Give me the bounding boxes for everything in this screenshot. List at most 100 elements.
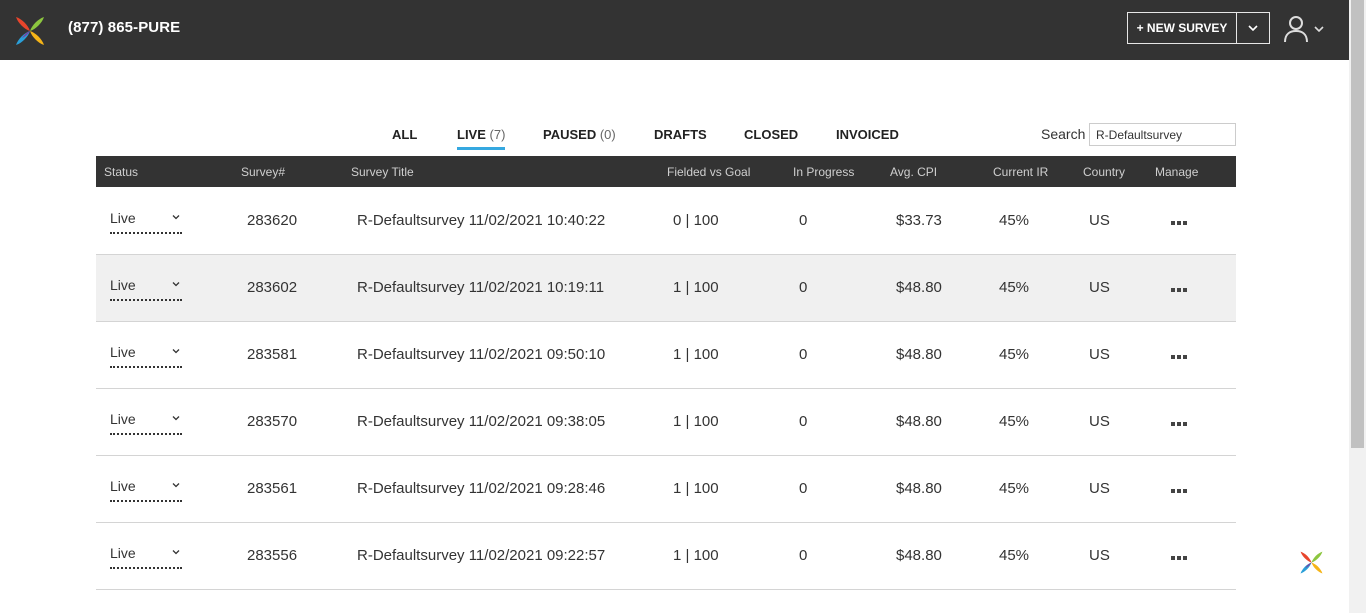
status-dropdown[interactable]: Live [110, 210, 182, 234]
column-header-status[interactable]: Status [104, 165, 138, 179]
search-input[interactable] [1089, 123, 1236, 146]
survey-number-cell: 283620 [247, 212, 298, 229]
ellipsis-dot [1171, 355, 1175, 359]
ellipsis-dot [1177, 355, 1181, 359]
column-header-current-ir[interactable]: Current IR [993, 165, 1048, 179]
column-header-manage: Manage [1155, 165, 1199, 179]
in-progress-cell: 0 [799, 212, 808, 229]
chevron-down-icon [172, 550, 180, 555]
survey-title-cell: R-Defaultsurvey 11/02/2021 09:38:05 [357, 413, 606, 430]
user-menu[interactable] [1284, 14, 1326, 44]
table-header: Status Survey# Survey Title Fielded vs G… [96, 156, 1236, 187]
table-row[interactable]: Live 283581 R-Defaultsurvey 11/02/2021 09:… [96, 322, 1236, 389]
ellipsis-dot [1177, 422, 1181, 426]
tab-drafts[interactable]: DRAFTS [654, 127, 707, 142]
chevron-down-icon [172, 416, 180, 421]
table-row[interactable]: Live 283556 R-Defaultsurvey 11/02/2021 09:… [96, 523, 1236, 590]
fielded-vs-goal-cell: 1 | 100 [673, 547, 719, 564]
new-survey-button[interactable]: + NEW SURVEY [1128, 13, 1237, 43]
column-header-in-progress[interactable]: In Progress [793, 165, 854, 179]
tab-invoiced[interactable]: INVOICED [836, 127, 899, 142]
chevron-down-icon [1248, 25, 1258, 31]
ellipsis-dot [1171, 288, 1175, 292]
country-cell: US [1089, 212, 1110, 229]
ellipsis-dot [1183, 355, 1187, 359]
ellipsis-dot [1183, 288, 1187, 292]
table-row[interactable]: Live 283561 R-Defaultsurvey 11/02/2021 09:… [96, 456, 1236, 523]
in-progress-cell: 0 [799, 547, 808, 564]
status-dropdown[interactable]: Live [110, 545, 182, 569]
status-dropdown[interactable]: Live [110, 277, 182, 301]
survey-number-cell: 283602 [247, 279, 298, 296]
ellipsis-dot [1183, 221, 1187, 225]
ellipsis-dot [1177, 489, 1181, 493]
status-value: Live [110, 277, 136, 293]
ellipsis-icon[interactable] [1169, 281, 1189, 297]
fielded-vs-goal-cell: 0 | 100 [673, 212, 719, 229]
avg-cpi-cell: $33.73 [896, 212, 942, 229]
survey-title-cell: R-Defaultsurvey 11/02/2021 09:50:10 [357, 346, 606, 363]
avg-cpi-cell: $48.80 [896, 413, 942, 430]
ellipsis-dot [1177, 288, 1181, 292]
tab-all[interactable]: ALL [392, 127, 417, 142]
ellipsis-icon[interactable] [1169, 482, 1189, 498]
ellipsis-dot [1177, 221, 1181, 225]
table-row[interactable]: Live 283602 R-Defaultsurvey 11/02/2021 10:… [96, 255, 1236, 322]
ellipsis-icon[interactable] [1169, 348, 1189, 364]
in-progress-cell: 0 [799, 480, 808, 497]
status-value: Live [110, 411, 136, 427]
current-ir-cell: 45% [999, 212, 1030, 229]
ellipsis-dot [1183, 422, 1187, 426]
pinwheel-logo-icon[interactable] [14, 15, 46, 47]
ellipsis-dot [1171, 489, 1175, 493]
fielded-vs-goal-cell: 1 | 100 [673, 346, 719, 363]
ellipsis-dot [1183, 489, 1187, 493]
column-header-country[interactable]: Country [1083, 165, 1125, 179]
chevron-down-icon [172, 349, 180, 354]
new-survey-dropdown-button[interactable] [1237, 13, 1269, 43]
survey-number-cell: 283561 [247, 480, 298, 497]
country-cell: US [1089, 346, 1110, 363]
avg-cpi-cell: $48.80 [896, 279, 942, 296]
status-dropdown[interactable]: Live [110, 411, 182, 435]
chevron-down-icon [172, 282, 180, 287]
fielded-vs-goal-cell: 1 | 100 [673, 413, 719, 430]
country-cell: US [1089, 480, 1110, 497]
status-dropdown[interactable]: Live [110, 344, 182, 368]
column-header-survey-title[interactable]: Survey Title [351, 165, 414, 179]
avg-cpi-cell: $48.80 [896, 346, 942, 363]
in-progress-cell: 0 [799, 346, 808, 363]
table-row[interactable]: Live 283620 R-Defaultsurvey 11/02/2021 10:… [96, 188, 1236, 255]
column-header-avg-cpi[interactable]: Avg. CPI [890, 165, 937, 179]
survey-title-cell: R-Defaultsurvey 11/02/2021 09:22:57 [357, 547, 606, 564]
current-ir-cell: 45% [999, 413, 1030, 430]
current-ir-cell: 45% [999, 346, 1030, 363]
survey-number-cell: 283556 [247, 547, 298, 564]
chevron-down-icon [172, 215, 180, 220]
column-header-fielded-vs-goal[interactable]: Fielded vs Goal [667, 165, 750, 179]
search-label: Search [1041, 126, 1086, 142]
status-value: Live [110, 344, 136, 360]
survey-title-cell: R-Defaultsurvey 11/02/2021 10:19:11 [357, 279, 605, 296]
tab-closed[interactable]: CLOSED [744, 127, 798, 142]
survey-title-cell: R-Defaultsurvey 11/02/2021 10:40:22 [357, 212, 606, 229]
pinwheel-logo-icon[interactable] [1299, 550, 1324, 575]
country-cell: US [1089, 547, 1110, 564]
status-dropdown[interactable]: Live [110, 478, 182, 502]
page-scrollbar[interactable] [1349, 0, 1366, 613]
fielded-vs-goal-cell: 1 | 100 [673, 480, 719, 497]
column-header-survey-number[interactable]: Survey# [241, 165, 285, 179]
current-ir-cell: 45% [999, 480, 1030, 497]
ellipsis-icon[interactable] [1169, 415, 1189, 431]
scrollbar-thumb[interactable] [1351, 0, 1364, 448]
table-row[interactable]: Live 283570 R-Defaultsurvey 11/02/2021 09:… [96, 389, 1236, 456]
ellipsis-dot [1171, 221, 1175, 225]
ellipsis-icon[interactable] [1169, 549, 1189, 565]
phone-number: (877) 865-PURE [68, 19, 181, 36]
ellipsis-dot [1171, 556, 1175, 560]
ellipsis-icon[interactable] [1169, 214, 1189, 230]
tab-paused[interactable]: PAUSED (0) [543, 127, 616, 142]
ellipsis-dot [1177, 556, 1181, 560]
survey-title-cell: R-Defaultsurvey 11/02/2021 09:28:46 [357, 480, 606, 497]
tab-live[interactable]: LIVE (7) [457, 127, 506, 150]
